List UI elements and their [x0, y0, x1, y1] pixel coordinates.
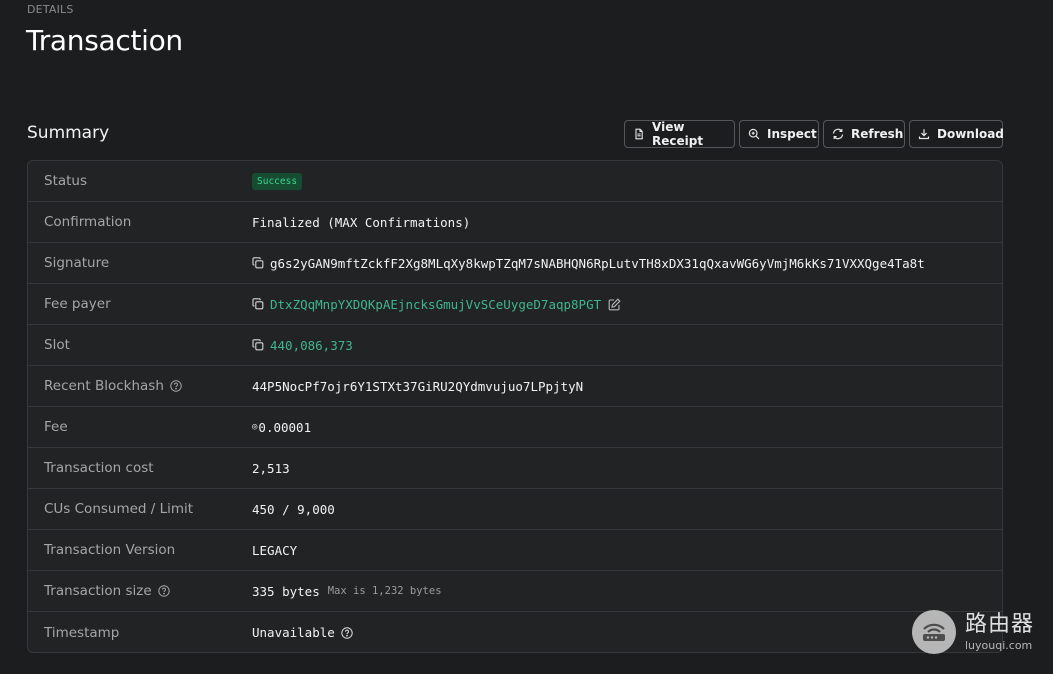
recent-blockhash-value: 44P5NocPf7ojr6Y1STXt37GiRU2QYdmvujuo7LPp…: [252, 378, 584, 394]
signature-value: g6s2yGAN9mftZckfF2Xg8MLqXy8kwpTZqM7sNABH…: [270, 255, 925, 271]
summary-toolbar: View Receipt Inspect Refresh Download: [624, 120, 1004, 148]
row-label-text: Recent Blockhash: [44, 378, 164, 394]
help-icon[interactable]: [170, 380, 182, 392]
edit-icon[interactable]: [608, 297, 621, 311]
router-logo-icon: [912, 610, 956, 654]
view-receipt-label: View Receipt: [652, 120, 704, 148]
slot-row: Slot 440,086,373: [28, 325, 1002, 366]
refresh-icon: [832, 128, 844, 140]
slot-link[interactable]: 440,086,373: [270, 338, 353, 353]
row-value: ◎ 0.00001: [252, 420, 311, 435]
row-value: Success: [252, 172, 303, 190]
inspect-label: Inspect: [767, 127, 817, 141]
cus-row: CUs Consumed / Limit 450 / 9,000: [28, 489, 1002, 530]
row-label: Slot: [44, 337, 70, 353]
fee-row: Fee ◎ 0.00001: [28, 407, 1002, 448]
row-label: Timestamp: [44, 624, 120, 641]
row-label: Fee: [44, 419, 68, 435]
watermark: 路由器 luyouqi.com: [912, 610, 1034, 654]
watermark-en: luyouqi.com: [965, 638, 1033, 652]
status-badge: Success: [252, 172, 303, 190]
summary-table: Status Success Confirmation Finalized (M…: [27, 160, 1003, 653]
copy-icon[interactable]: [252, 257, 264, 269]
row-value: 440,086,373: [252, 338, 353, 353]
confirmation-value: Finalized (MAX Confirmations): [252, 214, 471, 230]
page-title: Transaction: [26, 24, 183, 57]
watermark-cn: 路由器: [965, 611, 1035, 637]
download-icon: [918, 128, 930, 140]
download-label: Download: [937, 127, 1004, 141]
row-label: CUs Consumed / Limit: [44, 501, 194, 517]
copy-icon[interactable]: [252, 339, 264, 351]
row-label: Transaction Version: [44, 542, 176, 558]
transaction-cost-value: 2,513: [252, 460, 290, 476]
row-value: DtxZQqMnpYXDQKpAEjncksGmujVvSCeUygeD7aqp…: [252, 297, 621, 312]
page-eyebrow: DETAILS: [27, 3, 74, 16]
signature-row: Signature g6s2yGAN9mftZckfF2Xg8MLqXy8kwp…: [28, 243, 1002, 284]
recent-blockhash-row: Recent Blockhash 44P5NocPf7ojr6Y1STXt37G…: [28, 366, 1002, 407]
transaction-cost-row: Transaction cost 2,513: [28, 448, 1002, 489]
row-value: g6s2yGAN9mftZckfF2Xg8MLqXy8kwpTZqM7sNABH…: [252, 256, 925, 271]
transaction-size-value: 335 bytes: [252, 583, 320, 599]
watermark-text: 路由器 luyouqi.com: [965, 611, 1035, 652]
transaction-size-note: Max is 1,232 bytes: [327, 585, 442, 597]
sol-icon: ◎: [252, 422, 258, 432]
status-row: Status Success: [28, 161, 1002, 202]
transaction-page: DETAILS Transaction Summary View Receipt: [0, 0, 1053, 674]
row-label-text: Transaction size: [44, 583, 152, 599]
fee-payer-link[interactable]: DtxZQqMnpYXDQKpAEjncksGmujVvSCeUygeD7aqp…: [270, 297, 601, 312]
summary-title: Summary: [27, 123, 110, 143]
row-label: Confirmation: [44, 214, 132, 230]
refresh-label: Refresh: [851, 127, 904, 141]
row-label: Transaction size: [44, 583, 170, 599]
download-button[interactable]: Download: [909, 120, 1004, 148]
transaction-size-row: Transaction size 335 bytes Max is 1,232 …: [28, 571, 1002, 612]
help-icon[interactable]: [158, 585, 170, 597]
transaction-version-row: Transaction Version LEGACY: [28, 530, 1002, 571]
fee-value: 0.00001: [258, 419, 312, 435]
row-label: Signature: [44, 255, 110, 271]
refresh-button[interactable]: Refresh: [823, 120, 905, 148]
row-label: Status: [44, 173, 88, 189]
transaction-version-value: LEGACY: [252, 542, 298, 558]
cus-value: 450 / 9,000: [252, 501, 335, 517]
copy-icon[interactable]: [252, 298, 264, 310]
document-icon: [633, 128, 645, 140]
zoom-in-icon: [748, 128, 760, 140]
fee-payer-row: Fee payer DtxZQqMnpYXDQKpAEjncksGmujVvSC…: [28, 284, 1002, 325]
inspect-button[interactable]: Inspect: [739, 120, 819, 148]
help-icon[interactable]: [341, 626, 353, 639]
row-label: Transaction cost: [44, 460, 154, 476]
view-receipt-button[interactable]: View Receipt: [624, 120, 735, 148]
row-value: 335 bytes Max is 1,232 bytes: [252, 584, 442, 599]
row-label: Fee payer: [44, 296, 111, 312]
timestamp-value: Unavailable: [252, 625, 335, 640]
confirmation-row: Confirmation Finalized (MAX Confirmation…: [28, 202, 1002, 243]
timestamp-row: Timestamp Unavailable: [28, 612, 1002, 652]
row-value: Unavailable: [252, 625, 353, 640]
row-label: Recent Blockhash: [44, 378, 182, 394]
